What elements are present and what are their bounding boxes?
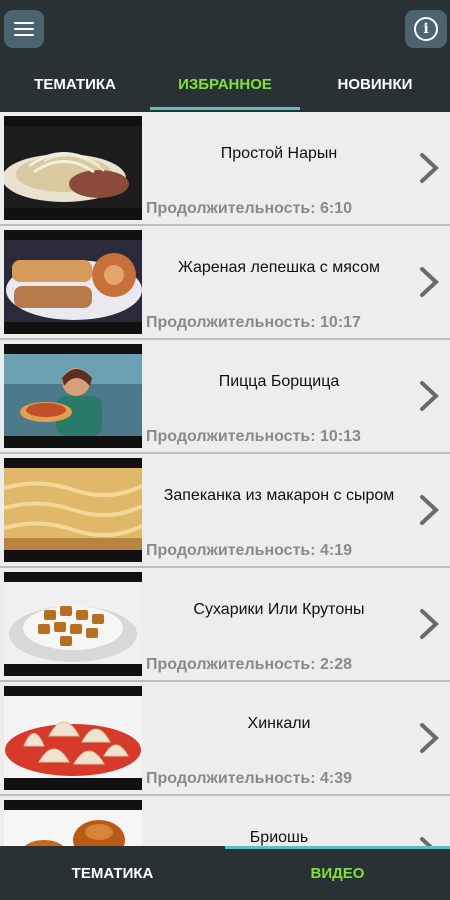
chevron-right-icon [420, 267, 439, 297]
tab-topics[interactable]: ТЕМАТИКА [0, 58, 150, 110]
bottom-tab-topics[interactable]: ТЕМАТИКА [0, 846, 225, 900]
video-list: Простой Нарын Продолжительность: 6:10 Жа… [0, 112, 450, 846]
video-duration: Продолжительность: 2:28 [146, 656, 353, 673]
chevron-right-icon [420, 495, 439, 525]
video-title: Хинкали [247, 714, 311, 732]
video-row[interactable]: Пицца Борщица Продолжительность: 10:13 [0, 340, 450, 454]
video-row[interactable]: Простой Нарын Продолжительность: 6:10 [0, 112, 450, 226]
video-row[interactable]: Сухарики Или Крутоны Продолжительность: … [0, 568, 450, 682]
video-thumbnail [4, 686, 142, 790]
video-title: Бриошь [249, 828, 309, 846]
tab-favorites[interactable]: ИЗБРАННОЕ [150, 58, 300, 110]
video-thumbnail [4, 800, 142, 846]
video-thumbnail [4, 230, 142, 334]
top-tabs: ТЕМАТИКА ИЗБРАННОЕ НОВИНКИ [0, 58, 450, 110]
chevron-right-icon [420, 381, 439, 411]
menu-button[interactable] [4, 10, 44, 48]
video-row[interactable]: Жареная лепешка с мясом Продолжительност… [0, 226, 450, 340]
hamburger-menu-icon [14, 18, 34, 40]
app-bar: i [0, 0, 450, 58]
video-row[interactable]: Запеканка из макарон с сыром Продолжител… [0, 454, 450, 568]
video-title: Сухарики Или Крутоны [193, 600, 365, 618]
video-thumbnail [4, 572, 142, 676]
chevron-right-icon [420, 609, 439, 639]
video-title: Жареная лепешка с мясом [177, 258, 380, 276]
video-duration: Продолжительность: 4:19 [146, 542, 353, 559]
video-duration: Продолжительность: 4:39 [146, 770, 353, 787]
chevron-right-icon [420, 153, 439, 183]
video-row[interactable]: Бриошь [0, 796, 450, 846]
video-thumbnail [4, 116, 142, 220]
chevron-right-icon [420, 723, 439, 753]
bottom-navigation: ТЕМАТИКА ВИДЕО [0, 846, 450, 900]
video-duration: Продолжительность: 10:13 [146, 428, 361, 445]
chevron-right-icon [420, 837, 433, 846]
video-row[interactable]: Хинкали Продолжительность: 4:39 [0, 682, 450, 796]
info-icon: i [414, 17, 438, 41]
tab-new[interactable]: НОВИНКИ [300, 58, 450, 110]
video-title: Простой Нарын [220, 144, 338, 162]
info-button[interactable]: i [405, 10, 447, 48]
bottom-tab-video[interactable]: ВИДЕО [225, 846, 450, 900]
video-thumbnail [4, 458, 142, 562]
video-duration: Продолжительность: 6:10 [146, 200, 353, 217]
video-title: Пицца Борщица [218, 372, 340, 390]
video-duration: Продолжительность: 10:17 [146, 314, 361, 331]
video-title: Запеканка из макарон с сыром [163, 486, 395, 504]
video-thumbnail [4, 344, 142, 448]
